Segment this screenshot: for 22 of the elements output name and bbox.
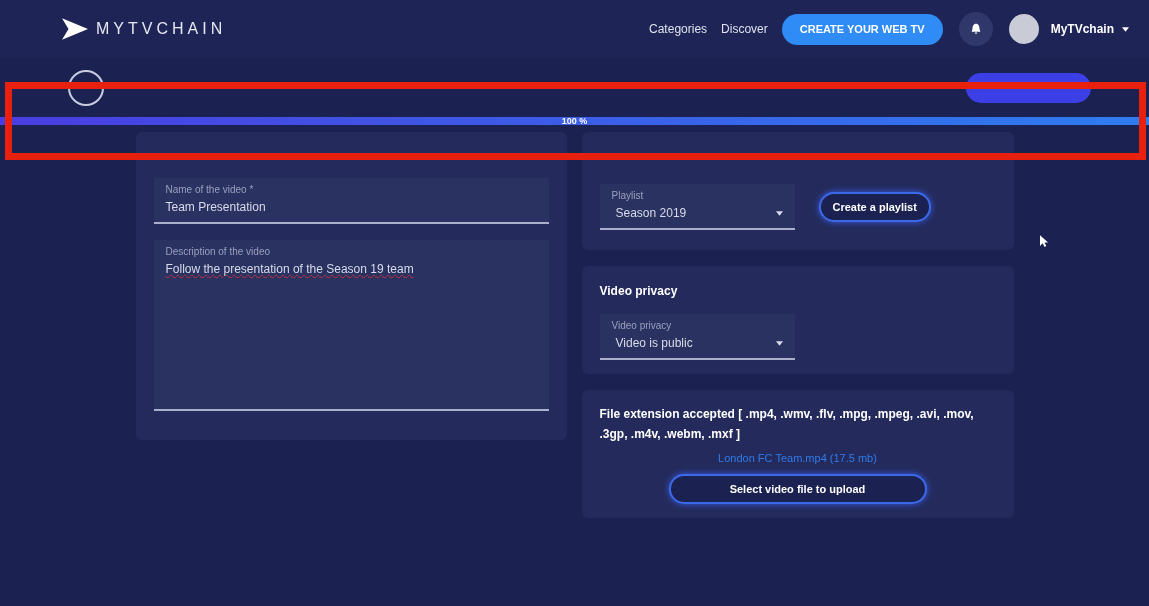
avatar-icon[interactable] [1008, 14, 1039, 44]
playlist-select[interactable]: Playlist Season 2019 [599, 184, 795, 230]
privacy-select[interactable]: Video privacy Video is public [599, 314, 795, 360]
video-name-field[interactable]: Name of the video * Team Presentation [153, 178, 549, 224]
file-extensions-text: File extension accepted [ .mp4, .wmv, .flv, .mpg, .mpeg, .avi, .mov, .3gp, .m4v, .webm, .mxf ] [599, 406, 975, 443]
brand-name: MYTVCHAIN [96, 20, 227, 38]
caret-icon [775, 340, 783, 346]
select-file-button[interactable]: Select video file to upload [668, 474, 927, 504]
video-description-field[interactable]: Description of the video Follow the presentation of the Season 19 team [153, 240, 549, 411]
logo-icon [62, 18, 88, 40]
back-button[interactable] [68, 69, 104, 106]
card-title: Video privacy [599, 284, 679, 298]
user-menu[interactable]: MyTVchain [1050, 22, 1129, 36]
nav-link[interactable]: Discover [721, 22, 768, 36]
progress-label: 100 % [561, 116, 588, 126]
caret-icon [1122, 26, 1129, 32]
notifications-button[interactable] [958, 12, 993, 46]
file-name: London FC Team.mp4 (17.5 mb) [718, 452, 877, 464]
nav-link[interactable]: Categories [649, 22, 708, 36]
cursor-icon [1040, 235, 1049, 248]
caret-icon [775, 210, 783, 216]
create-playlist-button[interactable]: Create a playlist [818, 192, 931, 222]
